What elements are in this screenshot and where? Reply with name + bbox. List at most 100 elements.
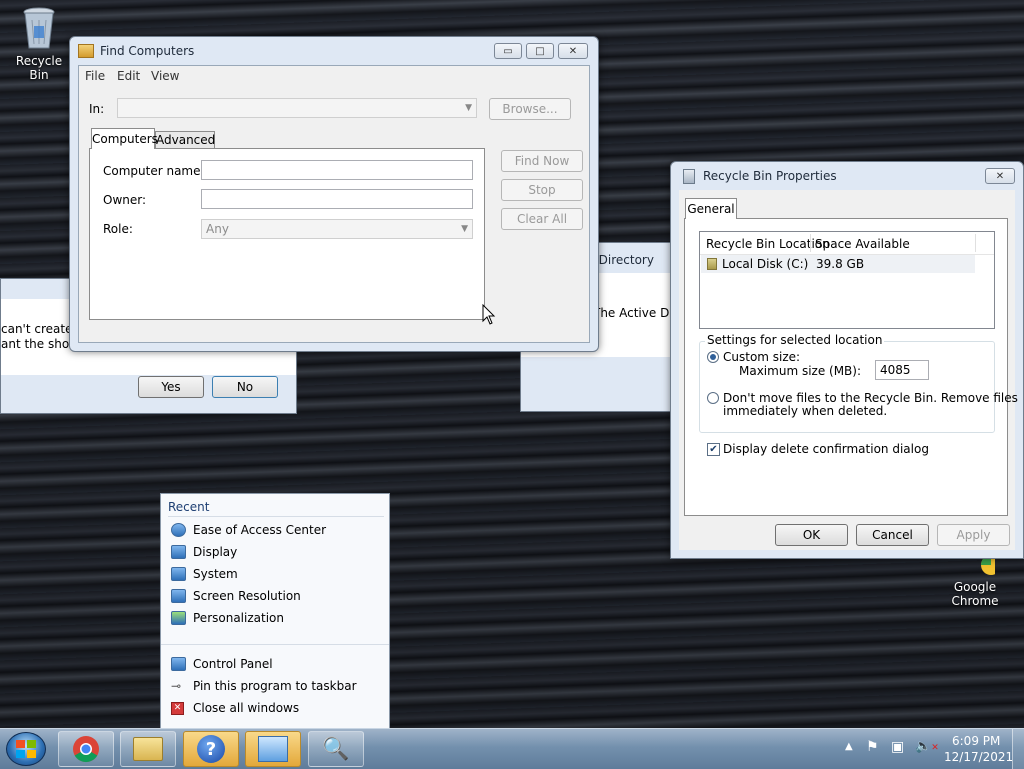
menu-file[interactable]: File bbox=[85, 69, 105, 83]
find-computers-window: Find Computers ▭ □ ✕ File Edit View In: … bbox=[69, 36, 599, 352]
in-dropdown[interactable]: ▼ bbox=[117, 98, 477, 118]
owner-input[interactable] bbox=[201, 189, 473, 209]
dont-move-label-line1: Don't move files to the Recycle Bin. Rem… bbox=[723, 391, 1018, 405]
ease-of-access-icon bbox=[171, 523, 186, 537]
display-icon bbox=[171, 545, 186, 559]
recent-header: Recent bbox=[168, 500, 210, 514]
find-now-button[interactable]: Find Now bbox=[501, 150, 583, 172]
jump-list-menu: Recent Ease of Access Center Display Sys… bbox=[160, 493, 390, 729]
dont-move-label-line2: immediately when deleted. bbox=[723, 404, 888, 418]
recycle-bin-small-icon bbox=[683, 168, 695, 184]
list-row-local-disk[interactable]: Local Disk (C:) 39.8 GB bbox=[701, 255, 975, 273]
taskbar-find[interactable]: 🔍 bbox=[308, 731, 364, 767]
taskbar: ? 🔍 ▲ ⚑ ▣ 🔈✕ 6:09 PM 12/17/2021 bbox=[0, 728, 1024, 769]
col-location-header[interactable]: Recycle Bin Location bbox=[706, 237, 830, 251]
trash-icon bbox=[23, 7, 55, 49]
taskbar-chrome[interactable] bbox=[58, 731, 114, 767]
menu-view[interactable]: View bbox=[151, 69, 179, 83]
flag-icon[interactable]: ⚑ bbox=[866, 739, 879, 755]
chrome-label-line2: Chrome bbox=[951, 594, 999, 608]
task-control-panel[interactable]: Control Panel bbox=[171, 654, 273, 674]
find-computers-title: Find Computers bbox=[100, 44, 195, 58]
stop-button[interactable]: Stop bbox=[501, 179, 583, 201]
close-window-icon: ✕ bbox=[171, 701, 184, 715]
dont-move-radio[interactable] bbox=[707, 392, 719, 404]
clear-all-button[interactable]: Clear All bbox=[501, 208, 583, 230]
start-button[interactable] bbox=[6, 732, 46, 766]
row-location: Local Disk (C:) bbox=[722, 257, 809, 271]
recent-item-label: System bbox=[193, 567, 238, 581]
location-list[interactable]: Recycle Bin Location Space Available Loc… bbox=[699, 231, 995, 329]
magnifier-icon: 🔍 bbox=[322, 736, 350, 762]
chrome-label-line1: Google bbox=[953, 580, 997, 594]
minimize-icon: ▭ bbox=[503, 45, 513, 57]
menu-edit[interactable]: Edit bbox=[117, 69, 140, 83]
show-hidden-icons-arrow[interactable]: ▲ bbox=[845, 741, 853, 752]
close-button[interactable]: ✕ bbox=[558, 43, 588, 59]
list-header: Recycle Bin Location Space Available bbox=[700, 232, 994, 255]
custom-size-radio[interactable] bbox=[707, 351, 719, 363]
max-size-label: Maximum size (MB): bbox=[739, 364, 862, 378]
recent-item-label: Personalization bbox=[193, 611, 284, 625]
yes-button[interactable]: Yes bbox=[138, 376, 204, 398]
taskbar-control-panel[interactable] bbox=[245, 731, 301, 767]
help-icon: ? bbox=[197, 735, 225, 763]
recycle-props-close-button[interactable]: ✕ bbox=[985, 168, 1015, 184]
minimize-button[interactable]: ▭ bbox=[494, 43, 522, 59]
recycle-props-titlebar[interactable]: Recycle Bin Properties bbox=[671, 162, 1023, 190]
role-value: Any bbox=[206, 222, 229, 236]
maximize-button[interactable]: □ bbox=[526, 43, 554, 59]
recent-item-system[interactable]: System bbox=[171, 564, 238, 584]
max-size-input[interactable]: 4085 bbox=[875, 360, 929, 380]
task-label: Pin this program to taskbar bbox=[193, 679, 357, 693]
recycle-bin-desktop-icon[interactable]: Recycle Bin bbox=[6, 6, 72, 82]
recent-item-label: Display bbox=[193, 545, 238, 559]
recent-item-label: Ease of Access Center bbox=[193, 523, 327, 537]
browse-button[interactable]: Browse... bbox=[489, 98, 571, 120]
role-dropdown[interactable]: Any ▼ bbox=[201, 219, 473, 239]
owner-label: Owner: bbox=[103, 193, 147, 207]
recent-item-ease-of-access[interactable]: Ease of Access Center bbox=[171, 520, 326, 540]
role-label: Role: bbox=[103, 222, 133, 236]
taskbar-explorer[interactable] bbox=[120, 731, 176, 767]
folder-icon bbox=[133, 737, 163, 761]
recent-item-personalization[interactable]: Personalization bbox=[171, 608, 284, 628]
tab-computers[interactable]: Computers bbox=[91, 128, 158, 149]
task-label: Close all windows bbox=[193, 701, 300, 715]
network-icon[interactable]: ▣ bbox=[891, 739, 904, 755]
maximize-icon: □ bbox=[535, 45, 545, 57]
windows-logo-icon bbox=[16, 740, 36, 758]
tab-general[interactable]: General bbox=[685, 198, 737, 219]
google-chrome-desktop-icon[interactable]: Google Chrome bbox=[942, 555, 1008, 608]
clock-date[interactable]: 12/17/2021 bbox=[944, 750, 1013, 764]
computer-name-input[interactable] bbox=[201, 160, 473, 180]
computer-name-label: Computer name: bbox=[103, 164, 205, 178]
find-computers-client: File Edit View In: ▼ Browse... Computers… bbox=[78, 65, 590, 343]
show-desktop-button[interactable] bbox=[1012, 729, 1024, 769]
custom-size-label: Custom size: bbox=[723, 350, 801, 364]
volume-muted-icon[interactable]: 🔈✕ bbox=[915, 739, 939, 754]
chrome-icon bbox=[73, 736, 99, 763]
recent-item-display[interactable]: Display bbox=[171, 542, 237, 562]
in-label: In: bbox=[89, 102, 105, 116]
ok-button[interactable]: OK bbox=[775, 524, 848, 546]
col-space-header[interactable]: Space Available bbox=[815, 237, 910, 251]
tab-advanced[interactable]: Advanced bbox=[155, 131, 215, 149]
taskbar-help[interactable]: ? bbox=[183, 731, 239, 767]
recycle-props-title: Recycle Bin Properties bbox=[703, 169, 837, 183]
task-close-all-windows[interactable]: ✕ Close all windows bbox=[171, 698, 299, 718]
task-pin-to-taskbar[interactable]: ⊸ Pin this program to taskbar bbox=[171, 676, 357, 696]
recent-item-label: Screen Resolution bbox=[193, 589, 301, 603]
cancel-button[interactable]: Cancel bbox=[856, 524, 929, 546]
apply-button[interactable]: Apply bbox=[937, 524, 1010, 546]
recent-item-screen-resolution[interactable]: Screen Resolution bbox=[171, 586, 301, 606]
display-confirm-checkbox[interactable]: ✔ bbox=[707, 443, 720, 456]
personalization-icon bbox=[171, 611, 186, 625]
mouse-cursor-icon bbox=[482, 304, 496, 325]
control-panel-icon bbox=[258, 736, 288, 762]
no-button[interactable]: No bbox=[212, 376, 278, 398]
general-panel: Recycle Bin Location Space Available Loc… bbox=[684, 218, 1018, 516]
clock-time[interactable]: 6:09 PM bbox=[952, 734, 1000, 748]
display-confirm-label: Display delete confirmation dialog bbox=[723, 442, 929, 456]
menu-bar: File Edit View bbox=[79, 66, 589, 86]
